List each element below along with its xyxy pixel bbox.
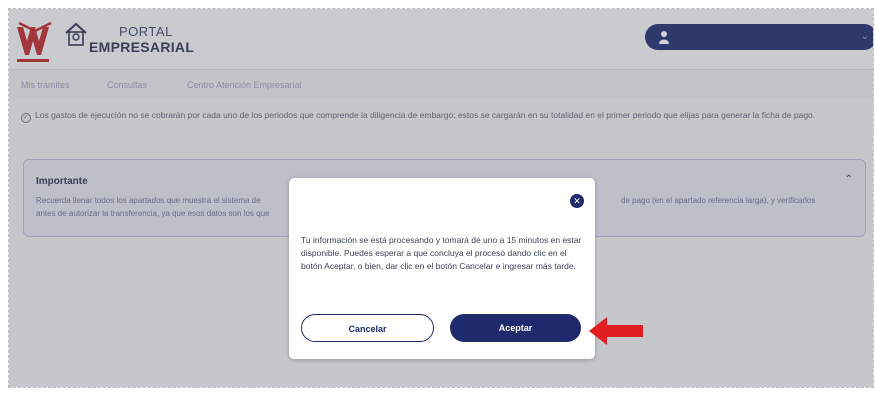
close-icon[interactable]: ✕	[570, 194, 584, 208]
accept-button[interactable]: Aceptar	[450, 314, 581, 342]
dialog-message: Tu información se está procesando y toma…	[301, 235, 582, 271]
processing-dialog: ✕ Tu información se está procesando y to…	[289, 178, 595, 359]
red-arrow-icon	[589, 317, 643, 345]
cancel-button[interactable]: Cancelar	[301, 314, 434, 342]
